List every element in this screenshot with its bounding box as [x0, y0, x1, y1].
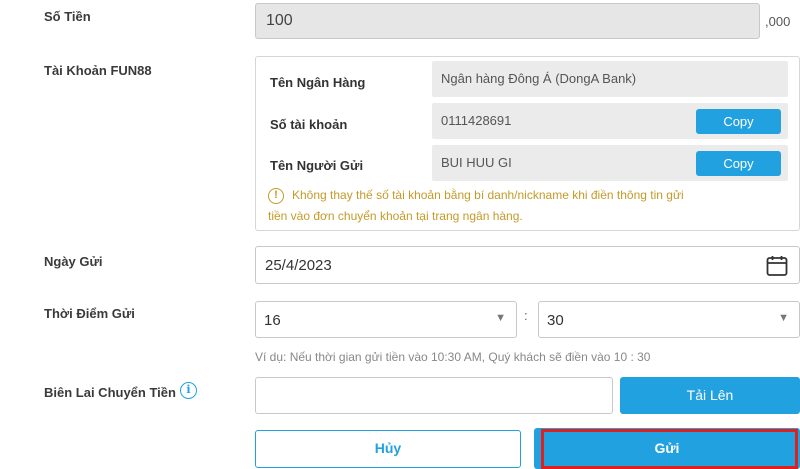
minute-value: 30 [547, 312, 564, 329]
info-icon[interactable]: i [180, 382, 197, 399]
time-separator: : [524, 308, 528, 323]
amount-suffix: ,000 [765, 14, 791, 29]
receipt-file-input[interactable] [255, 377, 613, 414]
copy-sender-name-button[interactable]: Copy [696, 151, 781, 176]
deposit-time-label: Thời Điểm Gửi [44, 306, 135, 321]
amount-label: Số Tiền [44, 9, 91, 24]
sender-name-value: BUI HUU GI Copy [432, 145, 788, 181]
upload-button[interactable]: Tải Lên [620, 377, 800, 414]
account-label: Tài Khoản FUN88 [44, 63, 152, 78]
bank-name-text: Ngân hàng Đông Á (DongA Bank) [441, 71, 637, 86]
account-number-label: Số tài khoản [270, 117, 348, 132]
submit-button[interactable]: Gửi [534, 428, 800, 469]
bank-name-value: Ngân hàng Đông Á (DongA Bank) [432, 61, 788, 97]
warning-icon: ! [268, 188, 284, 204]
account-panel: Tên Ngân Hàng Ngân hàng Đông Á (DongA Ba… [255, 56, 800, 231]
cancel-button[interactable]: Hủy [255, 430, 521, 468]
deposit-date-label: Ngày Gửi [44, 254, 103, 269]
hour-select[interactable]: 16 ▼ [255, 301, 517, 338]
sender-name-text: BUI HUU GI [441, 155, 512, 170]
time-hint: Ví dụ: Nếu thời gian gửi tiền vào 10:30 … [255, 350, 651, 364]
hour-value: 16 [264, 312, 281, 329]
bank-name-label: Tên Ngân Hàng [270, 75, 366, 90]
receipt-label: Biên Lai Chuyển Tiền [44, 385, 176, 400]
warning-text-line1: Không thay thế số tài khoản bằng bí danh… [292, 188, 684, 202]
hour-dropdown-arrow-icon: ▼ [495, 312, 506, 324]
amount-input[interactable]: 100 [255, 3, 760, 39]
deposit-date-input[interactable]: 25/4/2023 [255, 246, 800, 284]
warning-text-line2: tiền vào đơn chuyển khoản tại trang ngân… [268, 209, 523, 223]
copy-account-number-button[interactable]: Copy [696, 109, 781, 134]
account-number-value: 0111428691 Copy [432, 103, 788, 139]
deposit-date-value: 25/4/2023 [265, 257, 332, 274]
calendar-icon[interactable] [765, 254, 789, 278]
amount-value: 100 [266, 12, 293, 29]
sender-name-label: Tên Người Gửi [270, 158, 364, 173]
account-number-text: 0111428691 [441, 113, 512, 128]
minute-select[interactable]: 30 ▼ [538, 301, 800, 338]
minute-dropdown-arrow-icon: ▼ [778, 312, 789, 324]
